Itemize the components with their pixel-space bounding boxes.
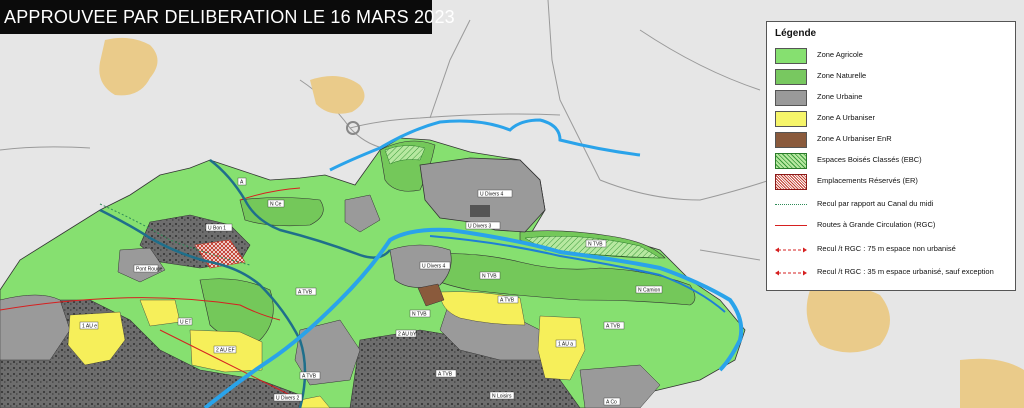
- tan-area: [960, 358, 1024, 408]
- swatch-ebc: [775, 153, 807, 169]
- legend-item-rgc: Routes à Grande Circulation (RGC): [775, 218, 1011, 236]
- legend-label: Zone Naturelle: [817, 71, 867, 80]
- arrow-icon: [775, 247, 807, 253]
- legend-title: Légende: [775, 28, 817, 39]
- approval-title: APPROUVEE PAR DELIBERATION LE 16 MARS 20…: [0, 0, 455, 34]
- swatch-zone-naturelle: [775, 69, 807, 85]
- legend-label: Zone Urbaine: [817, 92, 863, 101]
- zone-label: U Divers 2: [276, 396, 300, 402]
- legend-label: Zone A Urbaniser EnR: [817, 134, 892, 143]
- zone-label: 2 AU EF: [216, 348, 235, 354]
- zone-label: U ET: [180, 320, 191, 326]
- zone-label: N Loisirs: [492, 394, 512, 400]
- swatch-zone-a-urbaniser-enr: [775, 132, 807, 148]
- legend-label: Routes à Grande Circulation (RGC): [817, 220, 936, 229]
- swatch-zone-agricole: [775, 48, 807, 64]
- arrow-icon: [775, 270, 807, 276]
- legend-label: Recul /t RGC : 75 m espace non urbanisé: [817, 244, 956, 253]
- zone-label: A TVB: [302, 374, 317, 380]
- zone-label: 1 AU e: [82, 324, 97, 330]
- zone-label: U Divers 4: [480, 192, 504, 198]
- zone-label: N TVB: [482, 274, 497, 280]
- zone-label: U Divers 3: [468, 224, 492, 230]
- swatch-zone-a-urbaniser: [775, 111, 807, 127]
- legend-item-recul-35: Recul /t RGC : 35 m espace urbanisé, sau…: [775, 265, 1011, 283]
- zone-label: N Ce: [270, 202, 282, 208]
- swatch-recul-canal: [775, 204, 807, 205]
- legend-item-zone-naturelle: Zone Naturelle: [775, 69, 1011, 87]
- zone-label: N TVB: [412, 312, 427, 318]
- zone-label: A TVB: [606, 324, 621, 330]
- swatch-zone-urbaine: [775, 90, 807, 106]
- legend-label: Espaces Boisés Classés (EBC): [817, 155, 922, 164]
- legend-item-emplacements-reserves: Emplacements Réservés (ER): [775, 174, 1011, 192]
- zone-label: 2 AU bY: [398, 332, 417, 338]
- legend-item-recul-75: Recul /t RGC : 75 m espace non urbanisé: [775, 242, 1011, 260]
- legend-label: Zone A Urbaniser: [817, 113, 875, 122]
- zone-label: N TVB: [588, 242, 603, 248]
- legend-item-zone-a-urbaniser: Zone A Urbaniser: [775, 111, 1011, 129]
- legend-item-ebc: Espaces Boisés Classés (EBC): [775, 153, 1011, 171]
- legend-label: Recul /t RGC : 35 m espace urbanisé, sau…: [817, 267, 994, 276]
- legend-item-zone-agricole: Zone Agricole: [775, 48, 1011, 66]
- tan-area: [806, 286, 890, 353]
- legend-item-recul-canal: Recul par rapport au Canal du midi: [775, 197, 1011, 215]
- zone-label: Pont Rouge: [136, 267, 163, 273]
- zone-label: U Bon 1: [208, 226, 226, 232]
- swatch-er: [775, 174, 807, 190]
- swatch-rgc: [775, 225, 807, 226]
- zone-label: N Camion: [638, 288, 660, 294]
- legend-label: Emplacements Réservés (ER): [817, 176, 918, 185]
- zone-label: A Co: [606, 400, 617, 406]
- map-legend: Légende Zone Agricole Zone Naturelle Zon…: [766, 21, 1016, 291]
- zone-label: A TVB: [438, 372, 453, 378]
- zone-label: A TVB: [298, 290, 313, 296]
- legend-label: Zone Agricole: [817, 50, 863, 59]
- zone-urbaine: [470, 205, 490, 217]
- legend-item-zone-urbaine: Zone Urbaine: [775, 90, 1011, 108]
- zone-label: U Divers 4: [422, 264, 446, 270]
- legend-label: Recul par rapport au Canal du midi: [817, 199, 934, 208]
- legend-item-zone-a-urbaniser-enr: Zone A Urbaniser EnR: [775, 132, 1011, 150]
- zone-label: 1 AU a: [558, 342, 573, 348]
- zone-label: A TVB: [500, 298, 515, 304]
